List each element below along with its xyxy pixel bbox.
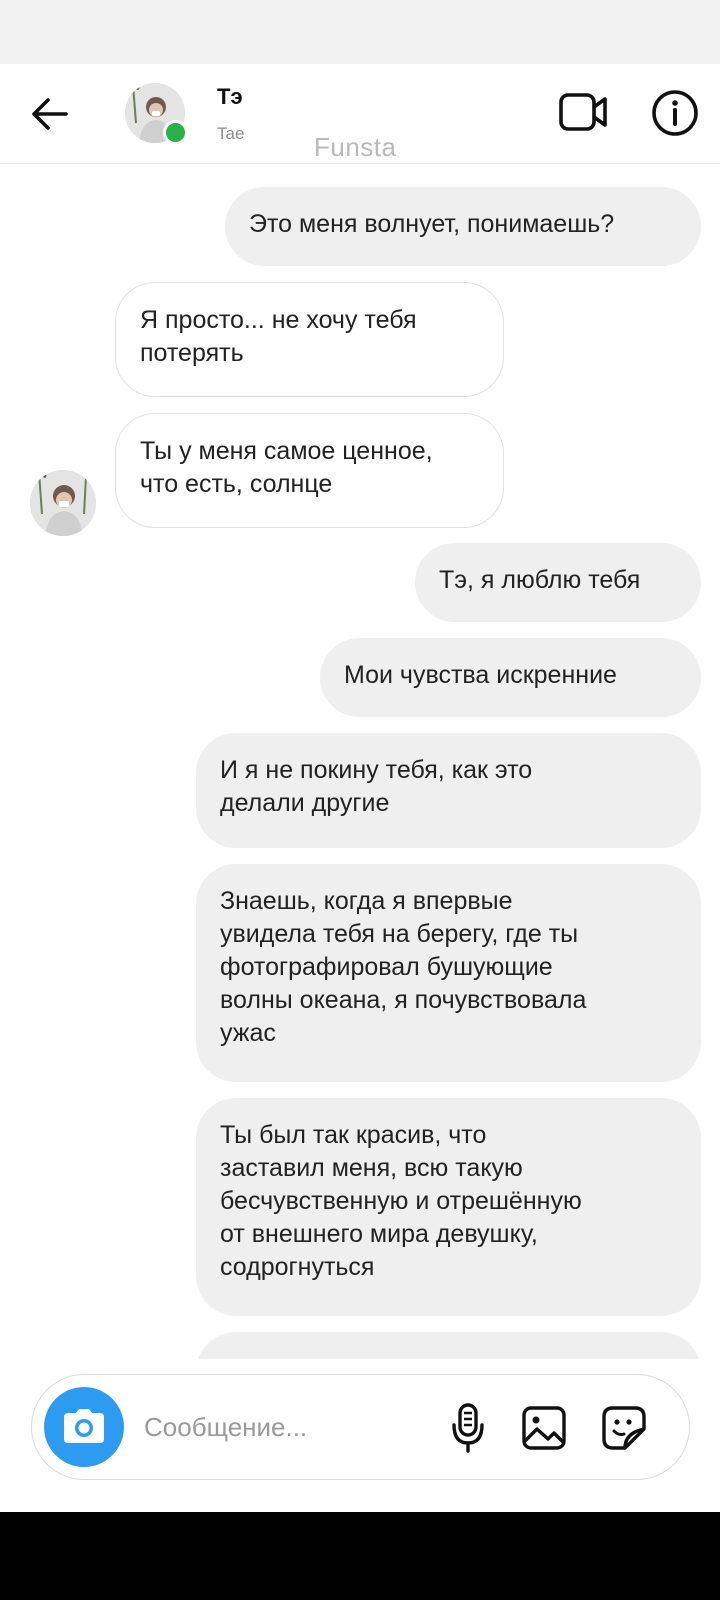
info-icon xyxy=(652,90,698,136)
message-bubble-outgoing[interactable]: Это меня волнует, понимаешь? xyxy=(225,187,701,266)
message-bubble-outgoing[interactable]: Знаешь, когда я впервые увидела тебя на … xyxy=(196,864,701,1082)
contact-username[interactable]: Tae xyxy=(217,124,244,144)
image-icon xyxy=(522,1406,566,1450)
message-input[interactable] xyxy=(144,1405,434,1449)
arrow-left-icon xyxy=(32,98,68,130)
gallery-button[interactable] xyxy=(516,1400,572,1456)
system-navigation-bar xyxy=(0,1512,720,1600)
message-composer xyxy=(31,1374,690,1480)
online-status-dot xyxy=(163,120,188,145)
status-bar xyxy=(0,0,720,64)
message-thread: Это меня волнует, понимаешь? Я просто...… xyxy=(0,164,720,1359)
back-button[interactable] xyxy=(22,86,78,142)
video-camera-icon xyxy=(559,93,607,131)
sticker-button[interactable] xyxy=(596,1400,652,1456)
message-bubble-outgoing[interactable]: Ты был так красив, что заставил меня, вс… xyxy=(196,1098,701,1316)
message-bubble-outgoing[interactable]: И я не покину тебя, как это делали други… xyxy=(196,733,701,848)
message-bubble-outgoing[interactable]: Мои чувства искренние xyxy=(320,638,701,717)
contact-avatar-wrap[interactable] xyxy=(125,83,188,145)
watermark: Funsta xyxy=(314,132,397,162)
voice-message-button[interactable] xyxy=(440,1400,496,1456)
message-bubble-incoming[interactable]: Ты у меня самое ценное, что есть, солнце xyxy=(115,413,504,528)
message-bubble-incoming[interactable]: Я просто... не хочу тебя потерять xyxy=(115,282,504,397)
sticker-icon xyxy=(602,1406,646,1450)
microphone-icon xyxy=(452,1403,484,1453)
sender-avatar[interactable] xyxy=(30,470,96,536)
camera-button[interactable] xyxy=(44,1387,124,1467)
message-bubble-outgoing-partial[interactable] xyxy=(196,1332,701,1359)
contact-name[interactable]: Тэ xyxy=(217,84,243,110)
info-button[interactable] xyxy=(644,82,706,144)
message-bubble-outgoing[interactable]: Тэ, я люблю тебя xyxy=(415,543,701,622)
video-call-button[interactable] xyxy=(553,84,615,140)
camera-icon xyxy=(64,1409,104,1443)
